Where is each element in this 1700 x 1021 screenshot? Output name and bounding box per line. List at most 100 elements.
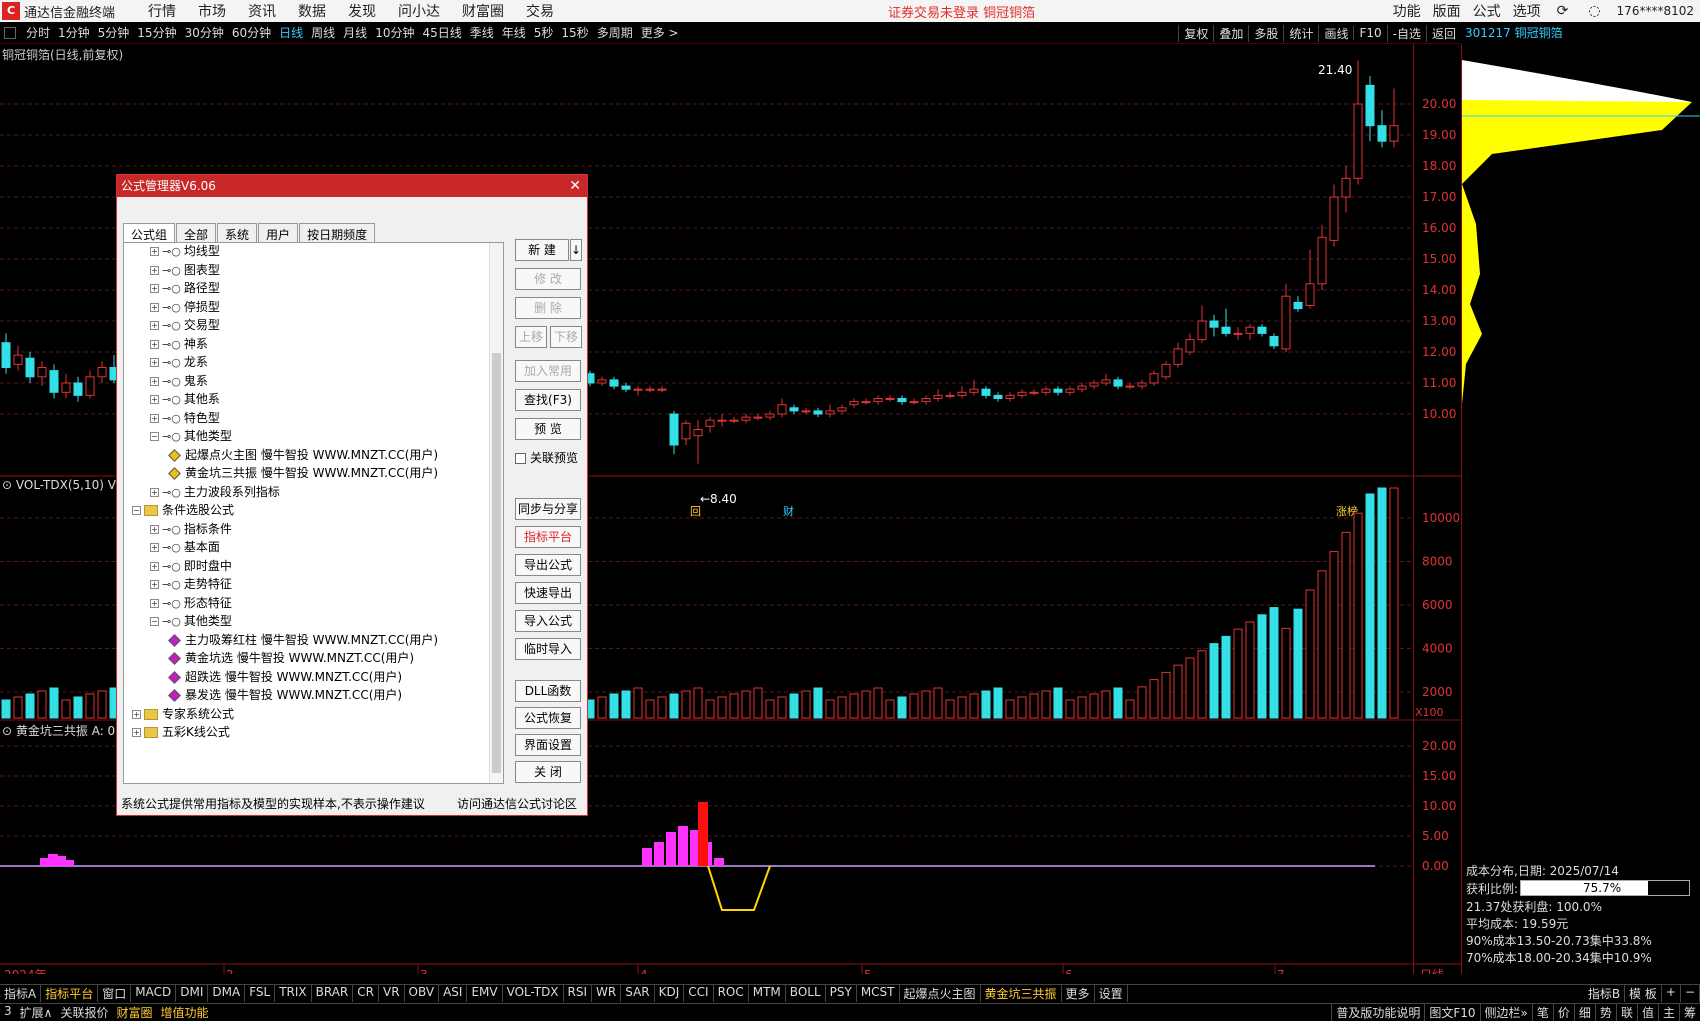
tree-row[interactable]: + ⊸○ 即时盘中 bbox=[150, 556, 232, 576]
checkbox-box[interactable] bbox=[515, 453, 526, 464]
move-up-button[interactable]: 上移 bbox=[515, 326, 547, 348]
tree-scrollbar[interactable] bbox=[489, 243, 503, 783]
indicator-tab[interactable]: OBV bbox=[405, 985, 440, 1002]
menu-item[interactable]: 数据 bbox=[298, 4, 326, 20]
period-item[interactable]: 10分钟 bbox=[375, 24, 414, 41]
indicator-tab[interactable]: 黄金坑三共振 bbox=[981, 985, 1062, 1002]
side-tab[interactable]: 普及版功能说明 bbox=[1331, 1004, 1424, 1021]
menu-formula[interactable]: 公式 bbox=[1473, 1, 1501, 21]
find-button[interactable]: 查找(F3) bbox=[515, 389, 581, 411]
period-item[interactable]: 15分钟 bbox=[137, 24, 176, 41]
period-item[interactable]: 30分钟 bbox=[185, 24, 224, 41]
import-formula-button[interactable]: 导入公式 bbox=[515, 610, 581, 632]
indicator-tab[interactable]: BRAR bbox=[312, 985, 354, 1002]
account-label[interactable]: 176****8102 bbox=[1617, 4, 1694, 18]
indicator-tab[interactable]: 设置 bbox=[1095, 985, 1128, 1002]
tool-item[interactable]: 复权 bbox=[1178, 24, 1213, 42]
tool-item[interactable]: 画线 bbox=[1318, 24, 1353, 42]
indicator-tab[interactable]: RSI bbox=[564, 985, 593, 1002]
dialog-tab[interactable]: 公式组 bbox=[123, 223, 176, 243]
menu-item[interactable]: 发现 bbox=[348, 4, 376, 20]
side-tab[interactable]: 笔 bbox=[1531, 1004, 1553, 1021]
menu-options[interactable]: 选项 bbox=[1513, 1, 1541, 21]
indicator-tab[interactable]: WR bbox=[592, 985, 622, 1002]
expand-toggle-icon[interactable]: − bbox=[132, 506, 141, 515]
dialog-tab[interactable]: 按日期频度 bbox=[299, 223, 376, 243]
tree-row[interactable]: + ⊸○ 主力波段系列指标 bbox=[150, 482, 280, 502]
indicator-tab[interactable]: CCI bbox=[684, 985, 714, 1002]
new-dropdown-icon[interactable]: ↓ bbox=[570, 239, 582, 261]
menu-item[interactable]: 资讯 bbox=[248, 4, 276, 20]
indicator-tab[interactable]: ROC bbox=[714, 985, 749, 1002]
period-item[interactable]: 60分钟 bbox=[232, 24, 271, 41]
expand-toggle-icon[interactable]: + bbox=[150, 395, 159, 404]
tree-row[interactable]: 黄金坑三共振 慢牛智投 WWW.MNZT.CC(用户) bbox=[168, 463, 438, 483]
indicator-tab[interactable]: DMA bbox=[208, 985, 246, 1002]
tree-row[interactable]: 主力吸筹红柱 慢牛智投 WWW.MNZT.CC(用户) bbox=[168, 630, 438, 650]
expand-toggle-icon[interactable]: + bbox=[150, 413, 159, 423]
expand-toggle-icon[interactable]: + bbox=[150, 302, 159, 312]
indicator-tab[interactable]: SAR bbox=[621, 985, 655, 1002]
tool-item[interactable]: 统计 bbox=[1283, 24, 1318, 42]
indicator-tab-right[interactable]: 指标B bbox=[1584, 985, 1626, 1002]
new-button[interactable]: 新 建 bbox=[515, 239, 569, 261]
expand-toggle-icon[interactable]: + bbox=[150, 265, 159, 275]
indicator-tab[interactable]: PSY bbox=[826, 985, 857, 1002]
tree-row[interactable]: + ⊸○ 图表型 bbox=[150, 260, 220, 280]
menu-item[interactable]: 市场 bbox=[198, 4, 226, 20]
expand-toggle-icon[interactable]: + bbox=[150, 358, 159, 367]
indicator-tab[interactable]: CR bbox=[353, 985, 379, 1002]
tree-row[interactable]: − ⊸○ 其他类型 bbox=[150, 611, 232, 631]
indicator-tab[interactable]: 指标A bbox=[0, 985, 42, 1002]
indicator-platform-button[interactable]: 指标平台 bbox=[515, 526, 581, 548]
tree-row[interactable]: + ⊸○ 特色型 bbox=[150, 408, 220, 428]
side-tab[interactable]: 图文F10 bbox=[1424, 1004, 1479, 1021]
link-preview-checkbox[interactable]: 关联预览 bbox=[515, 449, 578, 466]
scrollbar-thumb[interactable] bbox=[492, 353, 501, 773]
tree-row[interactable]: + ⊸○ 形态特征 bbox=[150, 593, 232, 613]
indicator-tab[interactable]: VR bbox=[379, 985, 405, 1002]
menu-item[interactable]: 交易 bbox=[526, 4, 554, 20]
indicator-tab[interactable]: 窗口 bbox=[98, 985, 132, 1002]
dialog-titlebar[interactable]: 公式管理器V6.06 ✕ bbox=[117, 175, 587, 197]
expand-toggle-icon[interactable]: + bbox=[150, 284, 159, 293]
tree-row[interactable]: + ⊸○ 交易型 bbox=[150, 315, 220, 335]
tree-row[interactable]: + ⊸○ 龙系 bbox=[150, 352, 208, 372]
status-tab[interactable]: 财富圈 bbox=[112, 1004, 156, 1021]
indicator-tab[interactable]: FSL bbox=[245, 985, 276, 1002]
status-tab[interactable]: 3 bbox=[0, 1004, 16, 1021]
period-item[interactable]: 多周期 bbox=[597, 24, 633, 41]
period-item[interactable]: 年线 bbox=[502, 24, 526, 41]
period-item[interactable]: 季线 bbox=[470, 24, 494, 41]
expand-toggle-icon[interactable]: + bbox=[150, 580, 159, 589]
expand-toggle-icon[interactable]: + bbox=[150, 561, 159, 571]
period-item[interactable]: 1分钟 bbox=[58, 24, 90, 41]
indicator-tab[interactable]: TRIX bbox=[275, 985, 312, 1002]
period-item[interactable]: 分时 bbox=[26, 24, 50, 41]
tree-row[interactable]: + 五彩K线公式 bbox=[132, 722, 230, 742]
menu-item[interactable]: 问小达 bbox=[398, 4, 440, 20]
indicator-tab[interactable]: EMV bbox=[467, 985, 503, 1002]
expand-toggle-icon[interactable]: + bbox=[132, 709, 141, 719]
expand-toggle-icon[interactable]: + bbox=[150, 339, 159, 349]
formula-tree[interactable]: + ⊸○ 均线型 + ⊸○ 图表型 + ⊸○ 路径型 + ⊸○ 停损型 + ⊸○ 交易型 + ⊸○ 神系 + ⊸○ 龙系… bbox=[123, 242, 504, 784]
expand-toggle-icon[interactable]: + bbox=[150, 524, 159, 534]
period-item[interactable]: 月线 bbox=[343, 24, 367, 41]
tree-row[interactable]: + ⊸○ 指标条件 bbox=[150, 519, 232, 539]
ui-settings-button[interactable]: 界面设置 bbox=[515, 734, 581, 756]
indicator-tab[interactable]: 更多 bbox=[1062, 985, 1095, 1002]
tool-item[interactable]: -自选 bbox=[1386, 24, 1426, 42]
side-tab[interactable]: 势 bbox=[1594, 1004, 1616, 1021]
status-tab[interactable]: 关联报价 bbox=[56, 1004, 112, 1021]
chart-settings-icon[interactable] bbox=[4, 26, 16, 39]
tool-item[interactable]: 多股 bbox=[1248, 24, 1283, 42]
side-tab[interactable]: 主 bbox=[1657, 1004, 1679, 1021]
modify-button[interactable]: 修 改 bbox=[515, 268, 581, 290]
tree-row[interactable]: + ⊸○ 神系 bbox=[150, 334, 208, 354]
expand-toggle-icon[interactable]: + bbox=[150, 376, 159, 386]
indicator-tab[interactable]: 指标平台 bbox=[41, 985, 99, 1002]
dialog-tab[interactable]: 全部 bbox=[176, 223, 217, 243]
status-tab[interactable]: 扩展∧ bbox=[16, 1004, 57, 1021]
side-tab[interactable]: 值 bbox=[1636, 1004, 1658, 1021]
period-item[interactable]: 5分钟 bbox=[98, 24, 130, 41]
